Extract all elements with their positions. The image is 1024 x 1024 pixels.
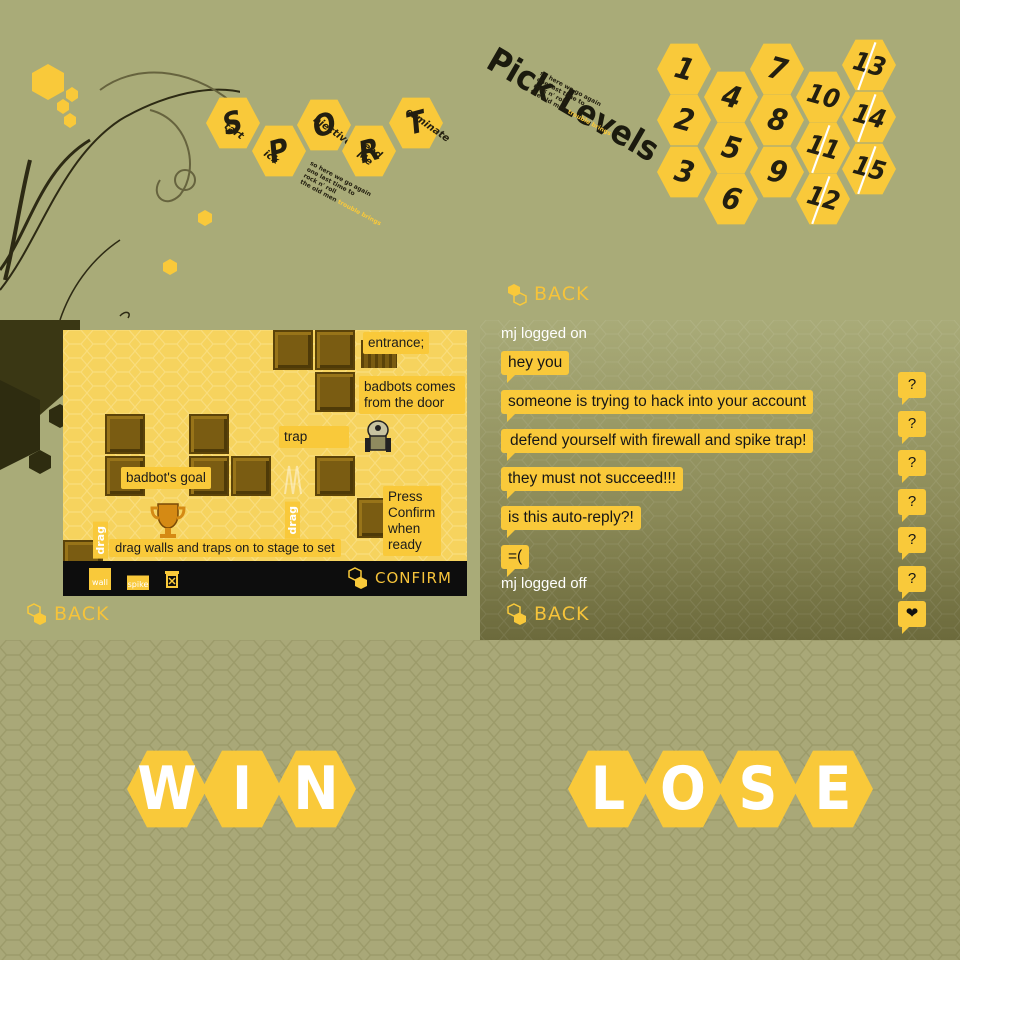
- goal-callout: badbot's goal: [121, 467, 211, 489]
- game-back-button[interactable]: BACK: [26, 602, 109, 626]
- confirm-button[interactable]: CONFIRM: [347, 566, 452, 590]
- reply-question-button[interactable]: ?: [898, 527, 926, 560]
- levels-back-button[interactable]: BACK: [506, 282, 589, 306]
- badbot-robot-icon: [365, 420, 391, 452]
- drag-hint-callout: drag walls and traps on to stage to set: [109, 539, 341, 557]
- reply-question-button[interactable]: ?: [898, 411, 926, 444]
- game-board[interactable]: entrance; badbots comes from the door tr…: [63, 330, 467, 561]
- menu-terminate-hex[interactable]: T erminate: [388, 96, 452, 150]
- game-back-label: BACK: [54, 603, 110, 625]
- chat-message: they must not succeed!!!: [501, 467, 684, 499]
- confirm-label: CONFIRM: [375, 569, 452, 587]
- confirm-hint-callout: Press Confirm when ready: [383, 486, 441, 556]
- chat-panel: mj logged on hey you someone is trying t…: [480, 320, 960, 640]
- spike-tool[interactable]: spike: [127, 568, 149, 590]
- logged-on-status: mj logged on: [501, 325, 587, 342]
- heart-icon[interactable]: ❤: [898, 601, 926, 634]
- wall-block[interactable]: [273, 330, 313, 370]
- lose-letter: L: [590, 754, 626, 824]
- win-letter: N: [293, 754, 339, 824]
- win-letter: I: [231, 754, 253, 824]
- hexagon-icon: [508, 284, 527, 306]
- level-13-hex[interactable]: 13: [840, 38, 898, 92]
- logged-off-status: mj logged off: [501, 575, 587, 592]
- badbots-door-callout: badbots comes from the door: [359, 376, 465, 414]
- lose-letter-hex: O: [643, 747, 723, 831]
- drag-tag: drag: [285, 502, 300, 539]
- wall-block[interactable]: [231, 456, 271, 496]
- win-letter-hex: N: [276, 747, 356, 831]
- level-14-hex[interactable]: 14: [840, 90, 898, 144]
- lose-letter-hex: S: [718, 747, 798, 831]
- wall-block[interactable]: [105, 414, 145, 454]
- hexagon-icon: [348, 567, 367, 589]
- wall-block[interactable]: [315, 372, 355, 412]
- swirl-ornament: [0, 64, 240, 320]
- lose-letter-hex: L: [568, 747, 648, 831]
- chat-back-button[interactable]: BACK: [506, 602, 589, 626]
- reply-question-button[interactable]: ?: [898, 372, 926, 405]
- trophy-icon: [150, 503, 186, 538]
- wall-block[interactable]: [189, 414, 229, 454]
- level-15-hex[interactable]: 15: [840, 142, 898, 196]
- hexagon-icon: [507, 603, 526, 625]
- chat-message: is this auto-reply?!: [501, 506, 641, 538]
- reply-question-button[interactable]: ?: [898, 566, 926, 599]
- lose-letter: E: [814, 754, 852, 824]
- stage-toolbar: wall spike CONFIRM: [63, 561, 467, 596]
- reply-question-button[interactable]: ?: [898, 450, 926, 483]
- level-select-panel: Pick Levels so here we go again one last…: [480, 0, 960, 320]
- chat-message: hey you: [501, 351, 570, 383]
- reply-question-button[interactable]: ?: [898, 489, 926, 522]
- wall-block[interactable]: [315, 456, 355, 496]
- win-letter-hex: I: [202, 747, 282, 831]
- hexagon-icon: [27, 603, 46, 625]
- game-stage-panel: entrance; badbots comes from the door tr…: [0, 320, 480, 640]
- trash-icon[interactable]: [163, 569, 181, 589]
- entrance-callout: entrance;: [363, 332, 430, 354]
- lose-letter: S: [738, 754, 778, 824]
- spike-trap-icon: [284, 465, 302, 495]
- levels-back-label: BACK: [534, 283, 590, 305]
- wall-block[interactable]: [315, 330, 355, 370]
- result-panel: W I N L O S E: [0, 640, 960, 960]
- chat-back-label: BACK: [534, 603, 590, 625]
- chat-message: =(: [501, 545, 530, 577]
- win-letter: W: [137, 754, 197, 824]
- wall-tool[interactable]: wall: [89, 568, 111, 590]
- chat-message: defend yourself with firewall and spike …: [501, 429, 814, 461]
- lose-letter: O: [660, 754, 706, 824]
- lose-letter-hex: E: [793, 747, 873, 831]
- chat-message: someone is trying to hack into your acco…: [501, 390, 814, 422]
- main-menu-panel: S tart P ick O bjective R ead Me T ermin…: [0, 0, 480, 320]
- win-letter-hex: W: [127, 747, 207, 831]
- trap-callout: trap: [279, 426, 349, 448]
- drag-tag: drag: [93, 522, 108, 559]
